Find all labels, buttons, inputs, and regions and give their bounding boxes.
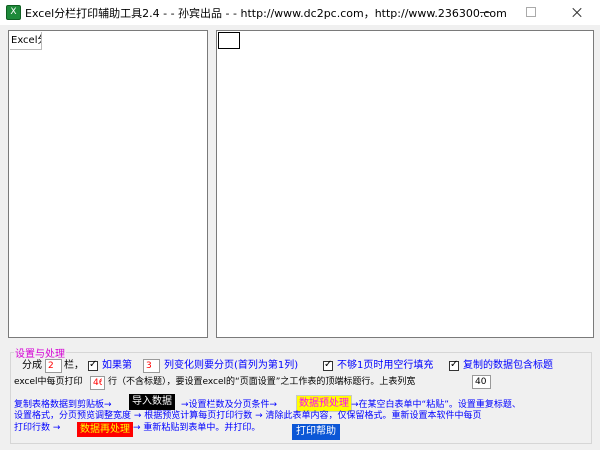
grid-cell[interactable]: Excel分 bbox=[10, 32, 42, 50]
page-break-column-input[interactable] bbox=[143, 359, 160, 373]
rows-per-page-label: excel中每页打印 bbox=[14, 377, 83, 387]
step-rows-text: 打印行数 → bbox=[14, 423, 61, 433]
copy-label-label: 复制的数据包含标题 bbox=[463, 360, 553, 371]
copy-label-checkbox[interactable] bbox=[449, 359, 459, 371]
reprocess-data-button[interactable]: 数据再处理 bbox=[77, 422, 133, 437]
excel-app-icon: X bbox=[6, 5, 21, 20]
close-icon[interactable] bbox=[554, 0, 600, 25]
columns-suffix: 栏， bbox=[64, 360, 84, 371]
columns-input[interactable] bbox=[45, 359, 62, 373]
columns-label: 分成 bbox=[22, 360, 42, 371]
maximize-icon[interactable] bbox=[508, 0, 554, 25]
page-break-suffix: 列变化则要分页(首列为第1列) bbox=[164, 360, 299, 371]
fill-blank-checkbox[interactable] bbox=[323, 359, 333, 371]
settings-group-title: 设置与处理 bbox=[14, 345, 66, 360]
rows-per-page-suffix: 行（不含标题），要设置excel的“页面设置”之工作表的顶端标题行。上表列宽 bbox=[108, 377, 416, 387]
fill-blank-label: 不够1页时用空行填充 bbox=[337, 360, 434, 371]
column-width-input[interactable] bbox=[472, 375, 491, 389]
print-help-button[interactable]: 打印帮助 bbox=[292, 424, 340, 440]
result-data-grid[interactable] bbox=[216, 30, 594, 338]
import-data-button[interactable]: 导入数据 bbox=[129, 394, 175, 410]
page-break-checkbox[interactable] bbox=[88, 359, 98, 371]
grid-cell-selected[interactable] bbox=[218, 32, 240, 49]
step-print-text: → 重新粘贴到表单中。并打印。 bbox=[133, 423, 261, 433]
page-break-label: 如果第 bbox=[102, 360, 132, 371]
title-bar: X Excel分栏打印辅助工具2.4 - - 孙宾出品 - - http://w… bbox=[0, 0, 600, 25]
rows-per-page-input[interactable] bbox=[90, 376, 105, 390]
source-data-grid[interactable]: Excel分 bbox=[8, 30, 208, 338]
minimize-icon[interactable] bbox=[462, 0, 508, 25]
window-title: Excel分栏打印辅助工具2.4 - - 孙宾出品 - - http://www… bbox=[25, 7, 507, 20]
